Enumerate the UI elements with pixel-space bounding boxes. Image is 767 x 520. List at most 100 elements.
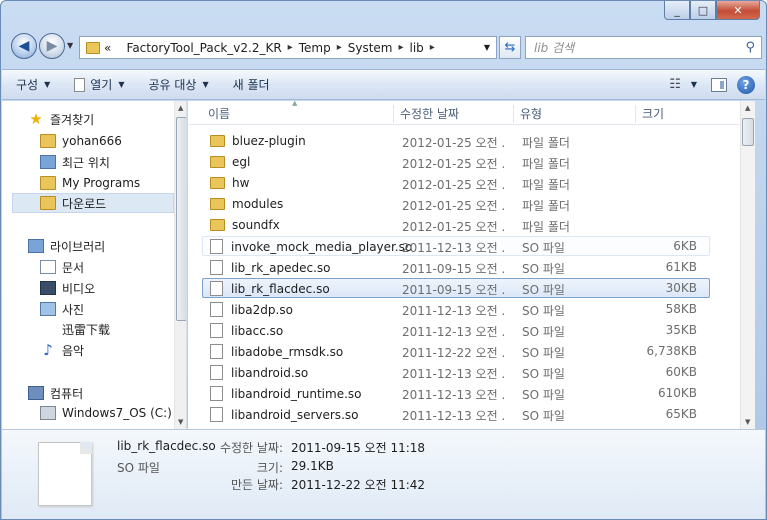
file-row[interactable]: lib_rk_flacdec.so 2011-09-15 오전 ... SO 파일 3…: [202, 278, 710, 298]
navigation-scrollbar[interactable]: ▲ ▼: [174, 101, 186, 429]
file-row[interactable]: egl 2012-01-25 오전 ... 파일 폴더: [202, 152, 710, 172]
file-date-modified: 2011-12-13 오전 ...: [402, 325, 506, 339]
scroll-up-icon[interactable]: ▲: [745, 104, 750, 112]
caption-buttons: _ □ ✕: [664, 1, 760, 21]
file-icon: [210, 260, 223, 275]
nav-libraries[interactable]: 라이브러리: [28, 236, 186, 256]
details-size-value: 29.1KB: [291, 459, 334, 473]
scroll-up-icon[interactable]: ▲: [178, 104, 183, 112]
maximize-button[interactable]: □: [690, 1, 716, 20]
scroll-thumb[interactable]: [176, 117, 186, 321]
preview-pane-icon[interactable]: [711, 77, 727, 92]
file-row[interactable]: libandroid_servers.so 2011-12-13 오전 ... SO…: [202, 404, 710, 424]
file-row[interactable]: hw 2012-01-25 오전 ... 파일 폴더: [202, 173, 710, 193]
details-created-label: 만든 날짜:: [230, 478, 283, 492]
breadcrumb-separator-icon[interactable]: ▸: [398, 42, 403, 53]
breadcrumb-temp[interactable]: Temp: [299, 41, 331, 55]
file-name-cell: libandroid_runtime.so: [210, 386, 362, 401]
search-placeholder: lib 검색: [534, 41, 575, 55]
file-name: egl: [232, 155, 251, 169]
breadcrumb-factorytool[interactable]: FactoryTool_Pack_v2.2_KR: [127, 41, 282, 55]
file-row[interactable]: lib_rk_apedec.so 2011-09-15 오전 ... SO 파일 61…: [202, 257, 710, 277]
breadcrumb-separator-icon[interactable]: ▸: [288, 42, 293, 53]
close-button[interactable]: ✕: [716, 1, 760, 20]
nav-computer-label: 컴퓨터: [50, 386, 84, 401]
scroll-thumb[interactable]: [742, 118, 754, 146]
nav-item-label: 다운로드: [62, 196, 107, 211]
breadcrumb-separator-icon[interactable]: ▸: [337, 42, 342, 53]
nav-item-label: 사진: [62, 302, 85, 317]
file-row[interactable]: liba2dp.so 2011-12-13 오전 ... SO 파일 58KB: [202, 299, 710, 319]
view-dropdown[interactable]: ▼: [685, 80, 697, 89]
details-created-value: 2011-12-22 오전 11:42: [291, 478, 426, 492]
recent-pages-dropdown-icon[interactable]: ▼: [67, 41, 73, 50]
nav-item-documents[interactable]: 문서: [40, 257, 186, 277]
file-name-cell: invoke_mock_media_player.so: [210, 239, 412, 254]
breadcrumb-lib[interactable]: lib: [410, 41, 424, 55]
file-row[interactable]: soundfx 2012-01-25 오전 ... 파일 폴더: [202, 215, 710, 235]
file-type: SO 파일: [522, 283, 565, 297]
chevron-down-icon: ▼: [44, 80, 51, 89]
file-type: SO 파일: [522, 409, 565, 423]
breadcrumb-overflow[interactable]: «: [104, 41, 111, 55]
file-name: libandroid_servers.so: [231, 407, 359, 422]
file-size: 35KB: [665, 323, 697, 337]
column-name[interactable]: 이름: [202, 105, 394, 123]
file-row[interactable]: invoke_mock_media_player.so 2011-12-13 오전…: [202, 236, 710, 256]
share-button[interactable]: 공유 대상 ▼: [149, 76, 209, 93]
nav-item-label: 문서: [62, 260, 85, 275]
nav-item-recent-places[interactable]: 최근 위치: [40, 152, 186, 172]
nav-item-xunlei-downloads[interactable]: 迅雷下载: [40, 319, 186, 339]
file-name-cell: libandroid.so: [210, 365, 308, 380]
address-bar[interactable]: « FactoryTool_Pack_v2.2_KR ▸ Temp ▸ Syst…: [79, 36, 497, 59]
help-icon[interactable]: ?: [737, 75, 755, 94]
column-type[interactable]: 유형: [514, 105, 636, 123]
file-row[interactable]: modules 2012-01-25 오전 ... 파일 폴더: [202, 194, 710, 214]
nav-item-drive-c[interactable]: Windows7_OS (C:): [40, 403, 186, 423]
file-row[interactable]: libandroid.so 2011-12-13 오전 ... SO 파일 60KB: [202, 362, 710, 382]
back-button[interactable]: ◀: [11, 33, 37, 59]
search-icon[interactable]: ⚲: [745, 40, 755, 55]
file-date-modified: 2012-01-25 오전 ...: [402, 178, 506, 192]
column-size[interactable]: 크기: [636, 105, 746, 123]
folder-icon: [210, 156, 225, 168]
file-row[interactable]: libandroid_runtime.so 2011-12-13 오전 ... SO…: [202, 383, 710, 403]
file-name-cell: lib_rk_apedec.so: [210, 260, 331, 275]
nav-item-music[interactable]: ♪ 음악: [40, 340, 186, 360]
file-row[interactable]: bluez-plugin 2012-01-25 오전 ... 파일 폴더: [202, 131, 710, 151]
file-list-scrollbar[interactable]: ▲ ▼: [740, 101, 755, 429]
file-type: 파일 폴더: [522, 220, 570, 234]
breadcrumb-system[interactable]: System: [348, 41, 393, 55]
folder-icon: [40, 176, 56, 190]
nav-favorites[interactable]: ★ 즐겨찾기: [28, 109, 186, 129]
organize-button[interactable]: 구성 ▼: [16, 76, 50, 93]
nav-item-yohan666[interactable]: yohan666: [40, 131, 186, 151]
nav-item-my-programs[interactable]: My Programs: [40, 173, 186, 193]
minimize-button[interactable]: _: [664, 1, 690, 20]
new-folder-button[interactable]: 새 폴더: [233, 76, 270, 93]
file-name-cell: liba2dp.so: [210, 302, 293, 317]
scroll-down-icon[interactable]: ▼: [745, 418, 750, 426]
forward-button[interactable]: ▶: [39, 33, 65, 59]
breadcrumb-separator-icon[interactable]: ▸: [430, 42, 435, 53]
file-icon: [210, 407, 223, 422]
address-dropdown-icon[interactable]: ▼: [484, 43, 490, 52]
search-box[interactable]: lib 검색 ⚲: [525, 36, 762, 59]
file-icon: [210, 365, 223, 380]
file-date-modified: 2011-09-15 오전 ...: [402, 283, 506, 297]
file-row[interactable]: libacc.so 2011-12-13 오전 ... SO 파일 35KB: [202, 320, 710, 340]
open-label: 열기: [90, 78, 113, 92]
star-icon: ★: [29, 110, 43, 128]
scroll-down-icon[interactable]: ▼: [178, 418, 183, 426]
nav-item-videos[interactable]: 비디오: [40, 278, 186, 298]
nav-computer[interactable]: 컴퓨터: [28, 383, 186, 403]
refresh-button[interactable]: ⇆: [499, 36, 521, 59]
file-size: 6,738KB: [646, 344, 697, 358]
column-date-modified[interactable]: 수정한 날짜: [394, 105, 514, 123]
file-row[interactable]: libadobe_rmsdk.so 2011-12-22 오전 ... SO 파일 6…: [202, 341, 710, 361]
nav-item-pictures[interactable]: 사진: [40, 299, 186, 319]
view-options-icon[interactable]: ☷: [669, 77, 681, 92]
open-button[interactable]: 열기 ▼: [74, 76, 125, 93]
file-size: 60KB: [665, 365, 697, 379]
nav-item-downloads[interactable]: 다운로드: [12, 193, 174, 213]
